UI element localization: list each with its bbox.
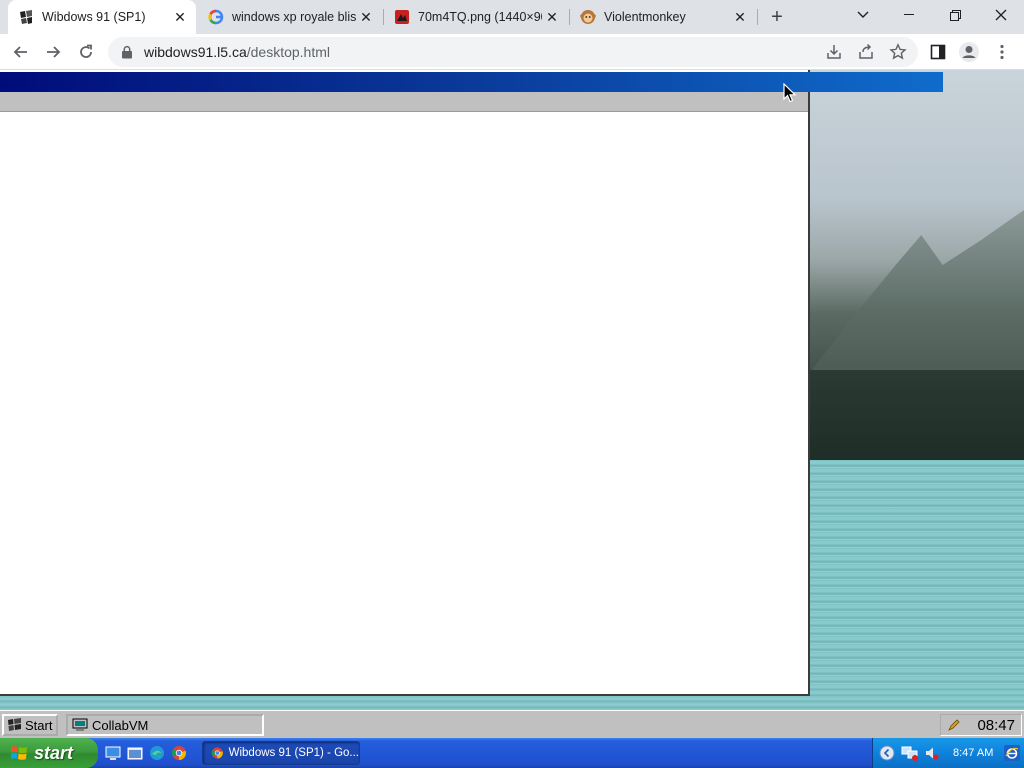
star-icon	[889, 43, 907, 60]
tab-title: Wibdows 91 (SP1)	[42, 10, 146, 24]
xp-notification-area: 8:47 AM	[872, 738, 1024, 768]
address-bar[interactable]: wibdows91.l5.ca/desktop.html	[108, 37, 918, 67]
xp-start-button[interactable]: start	[0, 738, 98, 768]
tab-close-icon[interactable]: ✕	[356, 7, 376, 27]
bookmark-button[interactable]	[887, 41, 909, 63]
xp-clock: 8:47 AM	[953, 747, 994, 759]
install-app-button[interactable]	[823, 41, 845, 63]
w91-window	[0, 70, 810, 696]
w91-task-collabvm[interactable]: CollabVM	[66, 714, 264, 736]
tab-image[interactable]: 70m4TQ.png (1440×900) ✕	[384, 0, 568, 34]
tab-title: 70m4TQ.png (1440×900)	[418, 10, 542, 24]
volume-icon[interactable]	[925, 746, 939, 760]
edge-icon[interactable]	[148, 744, 166, 762]
pen-icon	[948, 719, 960, 731]
tab-title: windows xp royale bliss	[232, 10, 356, 24]
minimize-icon	[904, 14, 914, 15]
computer-icon	[72, 718, 88, 731]
w91-taskbar: Start CollabVM 08:47	[0, 710, 1024, 738]
browser-toolbar: wibdows91.l5.ca/desktop.html	[0, 34, 1024, 70]
tab-separator	[757, 9, 758, 25]
profile-button[interactable]	[958, 41, 980, 63]
tab-close-icon[interactable]: ✕	[542, 7, 562, 27]
install-icon	[827, 45, 841, 59]
w91-window-content[interactable]	[0, 113, 808, 694]
share-button[interactable]	[855, 41, 877, 63]
wibdows-favicon-icon	[18, 9, 34, 25]
avatar-icon	[959, 42, 979, 62]
tray-expand-icon[interactable]	[879, 745, 895, 761]
violentmonkey-favicon-icon	[580, 9, 596, 25]
forward-button[interactable]	[39, 38, 67, 66]
close-icon	[995, 9, 1007, 21]
reload-button[interactable]	[72, 38, 100, 66]
new-tab-button[interactable]: +	[766, 6, 788, 28]
wallpaper-forest	[810, 370, 1024, 462]
tab-wibdows-91[interactable]: Wibdows 91 (SP1) ✕	[8, 0, 196, 34]
tab-search-button[interactable]	[840, 0, 886, 30]
xp-taskbar: start Wibdows 91 (SP1) - Go... 8:47 AM	[0, 738, 1024, 768]
w91-window-titlebar[interactable]	[0, 72, 943, 92]
minimize-button[interactable]	[886, 0, 932, 30]
google-favicon-icon	[208, 9, 224, 25]
lock-icon	[122, 45, 132, 59]
w91-start-button[interactable]: Start	[2, 714, 58, 736]
xp-task-chrome-window[interactable]: Wibdows 91 (SP1) - Go...	[202, 741, 360, 765]
xp-start-label: start	[34, 742, 74, 763]
url-host: wibdows91.l5.ca	[144, 44, 247, 60]
w91-window-menubar[interactable]	[0, 92, 808, 112]
url-path: /desktop.html	[246, 44, 330, 60]
ie-icon[interactable]	[1004, 745, 1020, 761]
chrome-icon	[211, 747, 223, 759]
tab-close-icon[interactable]: ✕	[730, 7, 750, 27]
explorer-icon[interactable]	[126, 744, 144, 762]
image-favicon-icon	[394, 9, 410, 25]
tab-violentmonkey[interactable]: Violentmonkey ✕	[570, 0, 756, 34]
windows-flag-icon	[11, 746, 27, 760]
back-button[interactable]	[7, 38, 35, 66]
url-text: wibdows91.l5.ca/desktop.html	[144, 44, 330, 60]
show-desktop-icon[interactable]	[104, 744, 122, 762]
w91-task-label: CollabVM	[92, 717, 149, 733]
w91-start-label: Start	[25, 717, 53, 733]
xp-task-label: Wibdows 91 (SP1) - Go...	[228, 747, 359, 759]
reload-icon	[80, 44, 92, 58]
back-arrow-icon	[13, 46, 27, 58]
wallpaper-lake	[810, 460, 1024, 710]
network-icon[interactable]	[901, 745, 919, 761]
menu-button[interactable]	[991, 41, 1013, 63]
tab-title: Violentmonkey	[604, 10, 686, 24]
w91-system-tray: 08:47	[940, 714, 1022, 736]
kebab-menu-icon	[1000, 44, 1004, 60]
w91-clock: 08:47	[977, 716, 1015, 734]
w91-logo-icon	[8, 718, 21, 731]
share-icon	[859, 43, 873, 59]
tab-google-search[interactable]: windows xp royale bliss ✕	[198, 0, 382, 34]
close-window-button[interactable]	[978, 0, 1024, 30]
restore-button[interactable]	[932, 0, 978, 30]
side-panel-button[interactable]	[927, 41, 949, 63]
forward-arrow-icon	[47, 46, 61, 58]
restore-icon	[949, 9, 961, 21]
tab-strip: Wibdows 91 (SP1) ✕ windows xp royale bli…	[0, 0, 1024, 34]
page-viewport	[0, 70, 1024, 710]
chevron-down-icon	[857, 11, 869, 18]
chrome-icon[interactable]	[170, 744, 188, 762]
tab-close-icon[interactable]: ✕	[170, 7, 190, 27]
xp-quick-launch	[104, 744, 188, 762]
mouse-cursor-icon	[783, 83, 797, 103]
side-panel-icon	[930, 44, 946, 60]
